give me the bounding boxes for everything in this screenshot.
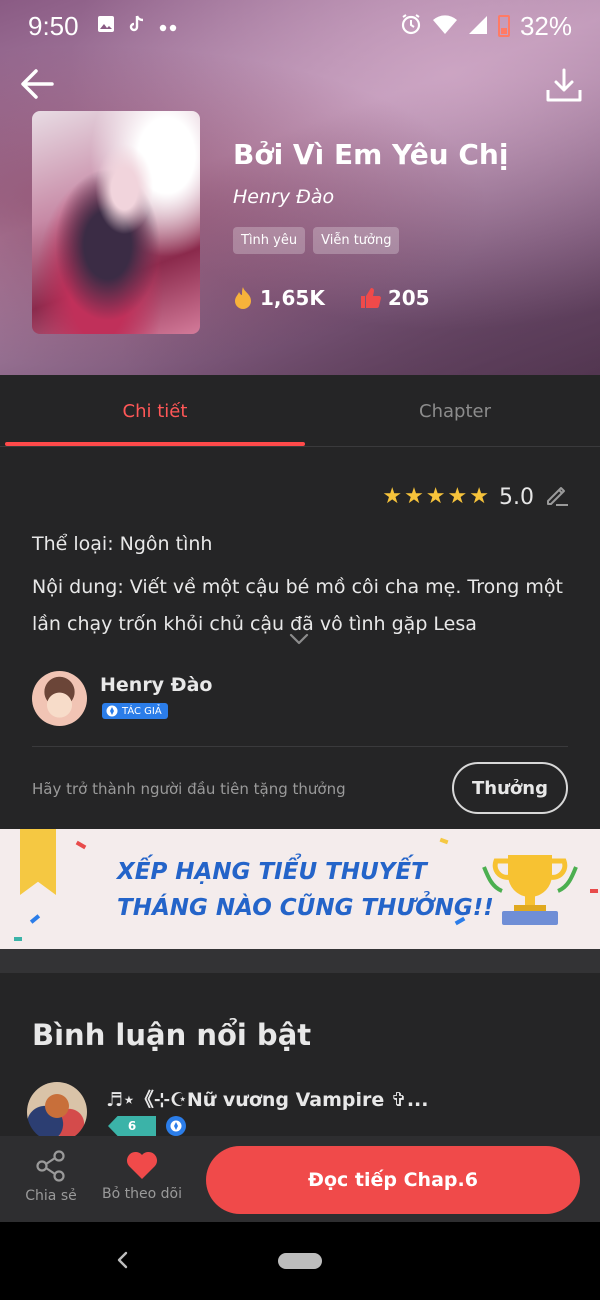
reward-prompt: Hãy trở thành người đầu tiên tặng thưởng [32, 780, 346, 798]
chevron-down-icon [289, 633, 309, 645]
commenter-author-badge [166, 1116, 186, 1136]
feather-pen-icon [106, 705, 118, 717]
battery-icon [497, 15, 510, 37]
likes-count: 205 [387, 286, 430, 310]
more-notifications-icon [159, 16, 179, 37]
ranking-banner[interactable]: XẾP HẠNG TIỂU THUYẾT THÁNG NÀO CŨNG THƯỞ… [0, 829, 600, 949]
book-header: 9:50 32% Bởi Vì Em Yêu Chị Henry Đào Tìn… [0, 0, 600, 375]
section-separator [0, 949, 600, 973]
star-icon: ★ [425, 484, 446, 509]
views-count: 1,65K [260, 286, 325, 310]
reward-button[interactable]: Thưởng [452, 762, 568, 814]
book-stats: 1,65K 205 [233, 286, 464, 310]
tag-love[interactable]: Tình yêu [233, 227, 306, 254]
fire-icon [235, 287, 251, 309]
share-icon [36, 1150, 65, 1182]
book-title: Bởi Vì Em Yêu Chị [233, 138, 509, 171]
rating: ★ ★ ★ ★ ★ 5.0 [382, 482, 570, 512]
active-tab-indicator [5, 442, 305, 446]
bottom-action-bar: Chia sẻ Bỏ theo dõi Đọc tiếp Chap.6 [0, 1136, 600, 1222]
author-row[interactable]: Henry Đào TÁC GIẢ [32, 671, 568, 731]
commenter-level-badge: 6 [108, 1116, 156, 1136]
details-panel: Chi tiết Chapter ★ ★ ★ ★ ★ 5.0 Thể loại:… [0, 375, 600, 1220]
back-button[interactable] [18, 64, 58, 104]
book-cover-image [32, 111, 200, 334]
banner-line-1: XẾP HẠNG TIỂU THUYẾT [117, 859, 427, 885]
signal-icon [468, 11, 488, 42]
featured-comments-title: Bình luận nổi bật [32, 1018, 312, 1052]
wifi-icon [432, 11, 458, 42]
genre-tags: Tình yêu Viễn tưởng [233, 227, 400, 254]
feather-pen-icon [170, 1120, 182, 1132]
tab-chapter[interactable]: Chapter [305, 375, 600, 447]
edit-rating-button[interactable] [544, 482, 570, 512]
system-home-pill[interactable] [278, 1253, 322, 1269]
star-icon: ★ [404, 484, 424, 509]
commenter-avatar[interactable] [27, 1082, 87, 1142]
commenter-level: 6 [127, 1119, 137, 1133]
arrow-left-icon [21, 69, 54, 99]
tag-fantasy[interactable]: Viễn tưởng [313, 227, 400, 254]
banner-line-2: THÁNG NÀO CŨNG THƯỞNG!! [117, 895, 494, 921]
heart-icon [126, 1151, 158, 1179]
author-badge: TÁC GIẢ [102, 703, 168, 719]
download-icon [546, 68, 582, 102]
unfollow-button[interactable]: Bỏ theo dõi [98, 1150, 186, 1202]
genre-text: Thể loại: Ngôn tình [32, 533, 213, 555]
tab-bar: Chi tiết Chapter [0, 375, 600, 447]
status-time: 9:50 [28, 10, 79, 41]
alarm-icon [400, 11, 422, 42]
battery-percent: 32% [519, 10, 572, 41]
gallery-icon [97, 15, 115, 38]
download-button[interactable] [544, 66, 584, 106]
book-author: Henry Đào [233, 186, 335, 208]
author-name[interactable]: Henry Đào [100, 674, 212, 696]
system-navigation-bar [0, 1222, 600, 1300]
star-icon: ★ [447, 484, 468, 509]
chevron-left-icon [117, 1251, 128, 1269]
thumbs-up-icon [360, 288, 381, 308]
star-icon: ★ [382, 484, 403, 509]
author-badge-label: TÁC GIẢ [122, 705, 162, 717]
divider [32, 746, 568, 747]
share-button[interactable]: Chia sẻ [20, 1150, 82, 1204]
share-label: Chia sẻ [25, 1188, 77, 1204]
pencil-icon [547, 487, 568, 506]
trophy-icon [482, 855, 578, 925]
expand-description-button[interactable] [288, 631, 310, 650]
system-back-button[interactable] [114, 1250, 130, 1274]
status-bar: 9:50 32% [0, 0, 600, 52]
unfollow-label: Bỏ theo dõi [102, 1186, 182, 1202]
author-avatar[interactable] [32, 671, 87, 726]
tiktok-icon [129, 15, 145, 38]
continue-reading-button[interactable]: Đọc tiếp Chap.6 [206, 1146, 580, 1214]
commenter-name[interactable]: ♬⋆《⊹☪Nữ vương Vampire ✞... [106, 1085, 428, 1112]
tab-details[interactable]: Chi tiết [5, 375, 305, 447]
star-icon: ★ [469, 484, 489, 509]
rating-value: 5.0 [499, 484, 534, 510]
